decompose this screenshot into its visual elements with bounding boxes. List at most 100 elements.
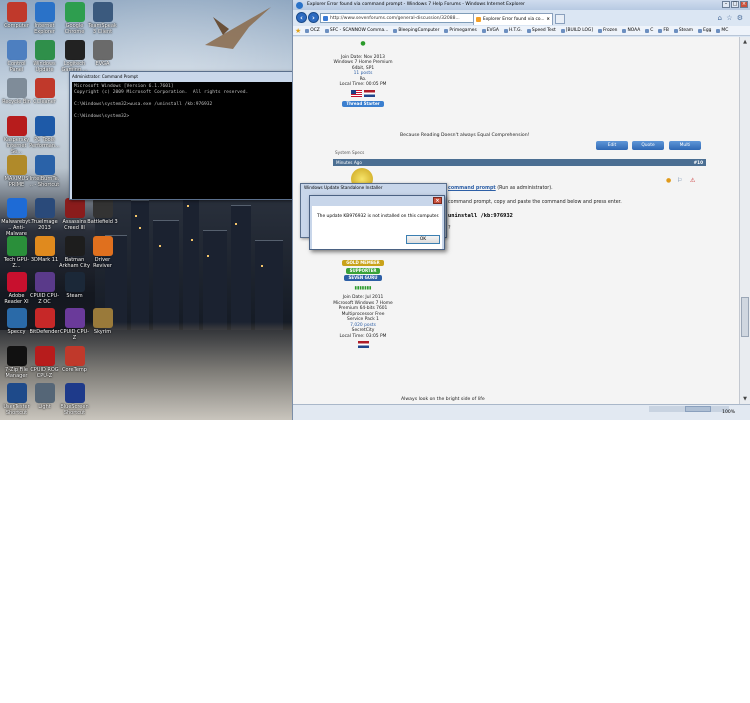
- wu-dialog[interactable]: Windows Update Standalone Installer × Th…: [309, 195, 445, 250]
- favorite-link[interactable]: FB: [656, 26, 672, 35]
- desktop-shortcut[interactable]: Tech GPU-Z...: [1, 236, 32, 269]
- desktop-shortcut[interactable]: Light: [29, 383, 60, 410]
- desktop-shortcut[interactable]: Battlefield 3: [87, 198, 118, 225]
- desktop-shortcut-label: Google Chrome: [64, 23, 85, 35]
- scroll-up-icon[interactable]: ▲: [741, 38, 749, 46]
- desktop-shortcut[interactable]: Steam: [59, 272, 90, 299]
- tab-title: Explorer Error found via co...: [483, 17, 545, 22]
- steam-icon: [64, 272, 85, 292]
- favorite-link[interactable]: SFC - SCANNOW Comma...: [323, 26, 392, 35]
- back-arrow-icon[interactable]: ‹: [296, 12, 307, 23]
- scroll-down-icon[interactable]: ▼: [741, 395, 749, 403]
- desktop-shortcut[interactable]: Speccy: [1, 308, 32, 335]
- favorite-link[interactable]: Frozen: [596, 26, 620, 35]
- desktop-shortcut[interactable]: CPUID ROG CPU-Z: [29, 346, 60, 379]
- browser-tab[interactable]: Explorer Error found via co... ×: [473, 13, 553, 25]
- wu-dialog-titlebar[interactable]: Windows Update Standalone Installer ×: [310, 196, 444, 212]
- 3dmark-icon: [34, 236, 55, 256]
- tab-close-icon[interactable]: ×: [546, 14, 550, 25]
- desktop-shortcut[interactable]: CCleaner: [29, 78, 60, 105]
- desktop-shortcut[interactable]: EVGA: [87, 40, 118, 67]
- desktop-shortcut[interactable]: Recycle Bin: [1, 78, 32, 105]
- desktop-shortcut[interactable]: BitDefender: [29, 308, 60, 335]
- home-favorites-tools-icons[interactable]: ⌂ ☆ ⚙: [718, 13, 744, 23]
- favorite-link-icon: [560, 28, 565, 33]
- desktop-shortcut[interactable]: IntelBurnTe... - Shortcut: [29, 155, 60, 188]
- favorite-link[interactable]: BleepingComputer: [391, 26, 442, 35]
- console-output[interactable]: Microsoft Windows [Version 6.1.7601] Cop…: [72, 82, 318, 199]
- desktop-shortcut[interactable]: Computer: [1, 2, 32, 29]
- evga-icon: [92, 40, 113, 60]
- desktop-shortcut[interactable]: 7-Zip File Manager: [1, 346, 32, 379]
- gpu-z-icon: [6, 236, 27, 256]
- scrollbar-thumb[interactable]: [741, 297, 749, 337]
- ok-button[interactable]: OK: [406, 235, 440, 244]
- cpuid-cpu-z-icon: [64, 308, 85, 328]
- favorite-link[interactable]: NOAA: [620, 26, 643, 35]
- close-button[interactable]: ×: [740, 1, 748, 8]
- command-prompt-window[interactable]: Administrator: Command Prompt – □ × Micr…: [69, 71, 327, 200]
- favorites-star-icon[interactable]: ★: [293, 27, 303, 35]
- favorite-link[interactable]: Speed Test: [525, 26, 559, 35]
- desktop-shortcut[interactable]: Logitech Gaming ...: [59, 40, 90, 73]
- forward-arrow-icon[interactable]: ›: [308, 12, 319, 23]
- desktop-shortcut[interactable]: PC Tools Performan...: [29, 116, 60, 149]
- desktop-shortcut[interactable]: Google Chrome: [59, 2, 90, 35]
- post1-userinfo: ● Join Date: Nov 2013 Windows 7 Home Pre…: [333, 41, 393, 108]
- horizontal-scrollbar-thumb[interactable]: [685, 406, 711, 412]
- browser-titlebar[interactable]: Explorer Error found via command prompt …: [293, 0, 750, 10]
- desktop-shortcut[interactable]: Internet Explorer: [29, 2, 60, 35]
- system-specs-link[interactable]: System Specs: [335, 150, 364, 156]
- desktop-shortcut-label: Internet Explorer: [34, 23, 55, 35]
- address-bar[interactable]: http://www.sevenforums.com/general-discu…: [320, 13, 480, 23]
- favorite-link[interactable]: EVGA: [480, 26, 502, 35]
- new-tab-button[interactable]: [555, 14, 565, 24]
- desktop-shortcut[interactable]: Windows Update: [29, 40, 60, 73]
- desktop-shortcut[interactable]: MAXIMUS PRIME: [1, 155, 32, 188]
- desktop-shortcut[interactable]: CPUID CPU-Z OC: [29, 272, 60, 305]
- edit-button[interactable]: Edit: [596, 141, 628, 150]
- desktop-shortcut[interactable]: TrueImage 2013: [29, 198, 60, 231]
- ie-icon: [34, 2, 55, 22]
- desktop-shortcut[interactable]: TeamSpeak 3 Client: [87, 2, 118, 35]
- close-icon[interactable]: ×: [433, 197, 442, 204]
- quote-button[interactable]: Quote: [632, 141, 664, 150]
- zoom-level[interactable]: 100%: [722, 408, 735, 417]
- favorite-link[interactable]: Steam: [672, 26, 696, 35]
- favorite-link[interactable]: H.T.G.: [502, 26, 525, 35]
- command-prompt-link[interactable]: command prompt: [448, 186, 496, 191]
- post2-number[interactable]: #10: [694, 159, 703, 166]
- favorite-link[interactable]: Egg: [696, 26, 714, 35]
- desktop-shortcut[interactable]: Adobe Reader XI: [1, 272, 32, 305]
- desktop-shortcut[interactable]: CPUID CPU-Z: [59, 308, 90, 341]
- pc-tools-icon: [34, 116, 55, 136]
- maximize-button[interactable]: □: [731, 1, 739, 8]
- desktop-shortcut[interactable]: Batman Arkham City: [59, 236, 90, 269]
- assassins-creed-icon: [64, 198, 85, 218]
- desktop-shortcut[interactable]: CoreTemp: [59, 346, 90, 373]
- desktop-shortcut[interactable]: 3DMark 11: [29, 236, 60, 263]
- desktop-shortcut[interactable]: Assassins Creed III: [59, 198, 90, 231]
- desktop-shortcut[interactable]: Skyrim: [87, 308, 118, 335]
- minimize-button[interactable]: –: [722, 1, 730, 8]
- nl-flag-icon: [357, 341, 369, 348]
- favorite-link[interactable]: MC: [714, 26, 731, 35]
- report-icon[interactable]: ⚐: [677, 177, 682, 184]
- desktop-shortcut[interactable]: Kaspersky Internet Se...: [1, 116, 32, 155]
- favorite-link[interactable]: [BUILD LOG]: [559, 26, 596, 35]
- multi-quote-button[interactable]: Multi: [669, 141, 701, 150]
- favorite-link[interactable]: OCZ: [303, 26, 323, 35]
- favorite-link-icon: [305, 28, 310, 33]
- command-prompt-titlebar[interactable]: Administrator: Command Prompt – □ ×: [70, 72, 326, 81]
- favorite-link-label: Speed Test: [531, 27, 556, 33]
- favorite-link[interactable]: Primegames: [442, 26, 479, 35]
- alert-icon[interactable]: ⚠: [690, 177, 695, 184]
- desktop-shortcut[interactable]: Control Panel: [1, 40, 32, 73]
- desktop-shortcut[interactable]: BlueScreen Shortcut: [59, 383, 90, 416]
- desktop-shortcut[interactable]: UserTester Shortcut: [1, 383, 32, 416]
- desktop-shortcut[interactable]: Malwarebyt... Anti-Malware: [1, 198, 32, 237]
- desktop-shortcut[interactable]: Driver Reviver: [87, 236, 118, 269]
- warning-icon[interactable]: ●: [666, 177, 671, 184]
- vertical-scrollbar[interactable]: ▲ ▼: [739, 37, 750, 404]
- favorite-link[interactable]: C: [643, 26, 656, 35]
